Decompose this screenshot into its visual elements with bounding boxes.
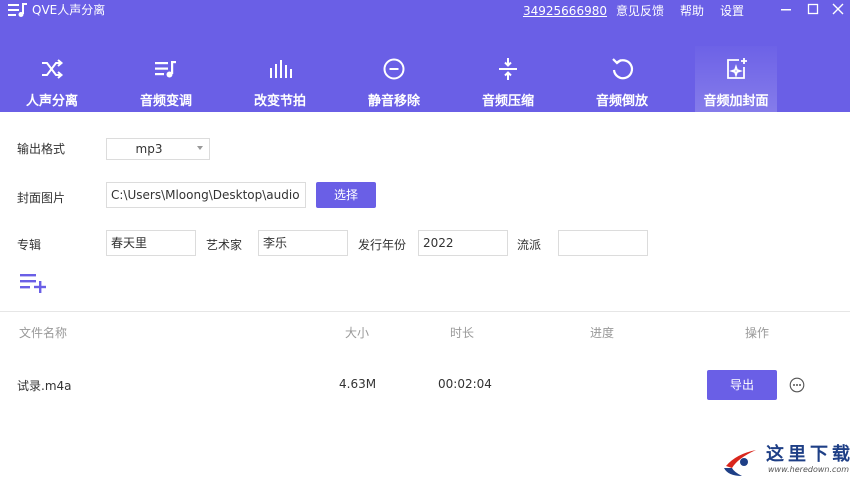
- app-logo-icon: [8, 3, 27, 17]
- year-label: 发行年份: [358, 238, 407, 252]
- title-bar: QVE人声分离 34925666980 意见反馈 帮助 设置: [0, 0, 850, 22]
- column-header-name: 文件名称: [19, 326, 68, 340]
- watermark-url: www.heredown.com: [768, 465, 850, 474]
- more-options-icon[interactable]: [789, 377, 805, 393]
- settings-link[interactable]: 设置: [720, 3, 744, 19]
- tab-audio-reverse[interactable]: 音频倒放: [581, 46, 663, 112]
- help-link[interactable]: 帮助: [680, 3, 704, 19]
- tab-pitch-shift[interactable]: 音频变调: [125, 46, 207, 112]
- export-button[interactable]: 导出: [707, 370, 777, 400]
- output-format-label: 输出格式: [17, 142, 66, 156]
- tab-label: 静音移除: [367, 94, 420, 109]
- artist-input[interactable]: 李乐: [258, 230, 348, 256]
- column-header-duration: 时长: [450, 326, 475, 340]
- add-list-icon[interactable]: [20, 272, 48, 294]
- watermark-logo-icon: [724, 450, 756, 476]
- file-size: 4.63M: [339, 377, 377, 391]
- table-divider: [0, 311, 850, 312]
- header-bar: QVE人声分离 34925666980 意见反馈 帮助 设置 人声分离 音频变调…: [0, 0, 850, 112]
- watermark-title: 这里下载: [766, 444, 850, 465]
- tab-label: 音频变调: [139, 94, 192, 109]
- minus-circle-icon: [383, 58, 405, 80]
- album-label: 专辑: [17, 238, 42, 252]
- tab-audio-compress[interactable]: 音频压缩: [467, 46, 549, 112]
- output-format-select[interactable]: mp3: [106, 138, 210, 160]
- tab-silence-removal[interactable]: 静音移除: [353, 46, 435, 112]
- artist-label: 艺术家: [206, 238, 243, 252]
- column-header-size: 大小: [345, 326, 370, 340]
- music-list-icon: [155, 61, 176, 78]
- maximize-icon[interactable]: [801, 0, 825, 18]
- app-title: QVE人声分离: [32, 3, 106, 17]
- close-icon[interactable]: [826, 0, 850, 18]
- genre-label: 流派: [517, 238, 542, 252]
- file-name: 试录.m4a: [17, 379, 72, 393]
- output-format-value: mp3: [135, 142, 163, 156]
- reverse-icon: [612, 58, 634, 80]
- site-watermark: 这里下载 www.heredown.com: [722, 438, 850, 479]
- column-header-progress: 进度: [590, 326, 615, 340]
- tab-change-tempo[interactable]: 改变节拍: [239, 46, 321, 112]
- file-duration: 00:02:04: [438, 377, 492, 391]
- choose-button[interactable]: 选择: [316, 182, 376, 208]
- column-header-action: 操作: [745, 326, 770, 340]
- tab-label: 改变节拍: [253, 94, 306, 109]
- cover-path-input[interactable]: C:\Users\Mloong\Desktop\audio: [106, 182, 306, 208]
- compress-icon: [499, 58, 517, 80]
- add-cover-icon: [727, 58, 747, 79]
- minimize-icon[interactable]: [774, 0, 798, 18]
- tab-label: 音频压缩: [481, 94, 534, 109]
- tab-label: 音频加封面: [703, 94, 769, 109]
- rhythm-bars-icon: [270, 60, 292, 78]
- caret-down-icon: [197, 146, 203, 150]
- feedback-link[interactable]: 意见反馈: [616, 3, 664, 19]
- tab-label: 人声分离: [25, 94, 78, 109]
- tab-label: 音频倒放: [595, 94, 648, 109]
- cover-image-label: 封面图片: [17, 191, 66, 205]
- shuffle-icon: [42, 59, 64, 79]
- year-input[interactable]: 2022: [418, 230, 508, 256]
- genre-input[interactable]: [558, 230, 648, 256]
- tab-add-cover[interactable]: 音频加封面: [695, 46, 777, 112]
- phone-link[interactable]: 34925666980: [523, 3, 607, 19]
- tab-vocal-separation[interactable]: 人声分离: [11, 46, 93, 112]
- album-input[interactable]: 春天里: [106, 230, 196, 256]
